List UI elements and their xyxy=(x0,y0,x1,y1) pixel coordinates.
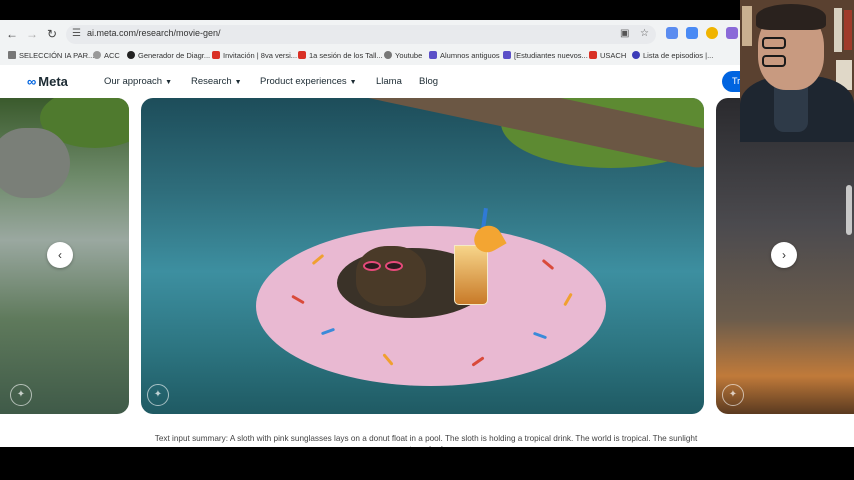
folder-icon xyxy=(8,51,16,59)
reload-icon[interactable]: ↻ xyxy=(44,26,60,42)
bookmark-label: Invitación | 8va versi... xyxy=(223,51,298,60)
bookmarks-bar: SELECCIÓN IA PAR... ACC Generador de Dia… xyxy=(0,48,854,66)
chevron-down-icon: ▼ xyxy=(165,79,173,86)
webcam-overlay xyxy=(740,0,854,142)
bookmark-item[interactable]: Invitación | 8va versi... xyxy=(212,51,297,60)
nav-research[interactable]: Research ▼ xyxy=(191,76,242,87)
logo-text: Meta xyxy=(38,74,68,89)
address-bar[interactable]: ☰ ai.meta.com/research/movie-gen/ ▣ ☆ xyxy=(66,25,656,44)
bookmark-item[interactable]: Generador de Diagr... xyxy=(127,51,210,60)
carousel-next-button[interactable]: › xyxy=(771,242,797,268)
person-hair xyxy=(756,4,826,30)
nav-label: Llama xyxy=(376,76,402,87)
bookmark-label: USACH xyxy=(600,51,627,60)
extension-docs-icon[interactable] xyxy=(686,27,698,39)
extension-chrome-icon[interactable] xyxy=(706,27,718,39)
globe-icon xyxy=(93,51,101,59)
chevron-down-icon: ▼ xyxy=(234,79,242,86)
nav-llama[interactable]: Llama xyxy=(376,76,402,87)
bookmark-item[interactable]: ACC xyxy=(93,51,120,60)
sparkle-watermark-icon: ✦ xyxy=(147,384,169,406)
bookmark-label: SELECCIÓN IA PAR... xyxy=(19,51,95,60)
nav-blog[interactable]: Blog xyxy=(419,76,438,87)
bookmark-label: Generador de Diagr... xyxy=(138,51,211,60)
page-scrollbar[interactable] xyxy=(846,185,852,235)
carousel-prev-button[interactable]: ‹ xyxy=(47,242,73,268)
bookmark-item[interactable]: USACH xyxy=(589,51,626,60)
nav-label: Research xyxy=(191,76,232,87)
sparkle-watermark-icon: ✦ xyxy=(722,384,744,406)
chevron-down-icon: ▼ xyxy=(349,79,357,86)
bookmark-star-icon[interactable]: ☆ xyxy=(640,28,649,39)
bookmark-item[interactable]: [Estudiantes nuevos... xyxy=(503,51,588,60)
nav-label: Our approach xyxy=(104,76,163,87)
nav-label: Product experiences xyxy=(260,76,347,87)
browser-toolbar: ← → ↻ ☰ ai.meta.com/research/movie-gen/ … xyxy=(0,20,854,48)
podcast-icon xyxy=(632,51,640,59)
pink-sunglasses xyxy=(363,258,407,271)
nav-our-approach[interactable]: Our approach ▼ xyxy=(104,76,172,87)
back-icon[interactable]: ← xyxy=(4,26,20,42)
bookmark-item[interactable]: 1a sesión de los Tall... xyxy=(298,51,383,60)
browser-window: ← → ↻ ☰ ai.meta.com/research/movie-gen/ … xyxy=(0,20,854,447)
eyeglasses xyxy=(762,36,820,67)
extension-puzzle-icon[interactable] xyxy=(726,27,738,39)
nav-product-experiences[interactable]: Product experiences ▼ xyxy=(260,76,357,87)
site-info-icon[interactable]: ☰ xyxy=(72,28,81,39)
classroom-icon xyxy=(429,51,437,59)
bookmark-label: Lista de episodios |... xyxy=(643,51,714,60)
bookmark-item[interactable]: Lista de episodios |... xyxy=(632,51,713,60)
sparkle-watermark-icon: ✦ xyxy=(10,384,32,406)
globe-icon xyxy=(127,51,135,59)
book xyxy=(742,6,752,46)
nav-label: Blog xyxy=(419,76,439,87)
bookmark-label: ACC xyxy=(104,51,120,60)
address-url[interactable]: ai.meta.com/research/movie-gen/ xyxy=(87,28,221,38)
bookmark-label: Alumnos antiguos xyxy=(440,51,500,60)
site-navigation: ∞ Meta Our approach ▼ Research ▼ Product ex… xyxy=(0,65,854,98)
gmail-icon xyxy=(298,51,306,59)
sloth xyxy=(356,246,426,306)
bookmark-label: [Estudiantes nuevos... xyxy=(514,51,588,60)
tropical-drink xyxy=(454,245,488,305)
meta-infinity-icon: ∞ xyxy=(27,74,37,89)
extension-pen-icon[interactable] xyxy=(666,27,678,39)
book xyxy=(834,8,842,52)
book xyxy=(844,10,852,50)
bookmark-label: 1a sesión de los Tall... xyxy=(309,51,383,60)
gmail-icon xyxy=(589,51,597,59)
carousel-slide-current[interactable]: ✦ xyxy=(141,98,704,414)
translate-icon[interactable]: ▣ xyxy=(620,28,629,39)
video-caption: Text input summary: A sloth with pink su… xyxy=(154,434,698,447)
video-carousel: ✦ ✦ ✦ ‹ › xyxy=(0,98,854,414)
gmail-icon xyxy=(212,51,220,59)
forward-icon[interactable]: → xyxy=(24,26,40,42)
globe-icon xyxy=(384,51,392,59)
meta-logo[interactable]: ∞ Meta xyxy=(27,74,68,89)
bookmark-label: Youtube xyxy=(395,51,423,60)
rock xyxy=(0,128,70,198)
classroom-icon xyxy=(503,51,511,59)
bookmark-item[interactable]: Youtube xyxy=(384,51,422,60)
bookmark-item[interactable]: SELECCIÓN IA PAR... xyxy=(8,51,94,60)
bookmark-item[interactable]: Alumnos antiguos xyxy=(429,51,500,60)
